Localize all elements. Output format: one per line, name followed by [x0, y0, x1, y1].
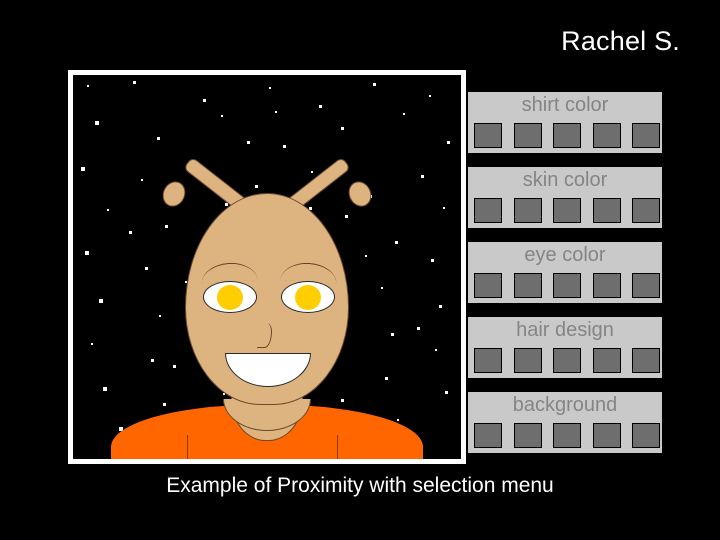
swatch-option[interactable]: [632, 273, 660, 298]
iris-left: [217, 285, 243, 310]
swatch-option[interactable]: [513, 423, 542, 448]
illustration-frame: [68, 70, 466, 464]
swatch-row: [474, 423, 660, 448]
swatch-option[interactable]: [592, 348, 621, 373]
swatch-row: [474, 198, 660, 223]
swatch-option[interactable]: [513, 198, 542, 223]
swatch-option[interactable]: [474, 423, 502, 448]
selection-menu: shirt color skin color eye color hair desig…: [466, 90, 664, 465]
slide-title: Rachel S.: [561, 26, 680, 56]
illustration-canvas: [73, 75, 461, 459]
swatch-option[interactable]: [513, 273, 542, 298]
swatch-option[interactable]: [632, 198, 660, 223]
swatch-option[interactable]: [632, 123, 660, 148]
swatch-option[interactable]: [553, 123, 581, 148]
eye-left: [203, 281, 257, 313]
swatch-option[interactable]: [592, 273, 621, 298]
swatch-row: [474, 348, 660, 373]
swatch-option[interactable]: [474, 198, 502, 223]
iris-right: [295, 285, 321, 310]
menu-panel-label: shirt color: [521, 94, 609, 116]
swatch-option[interactable]: [592, 198, 621, 223]
shirt-seam-left: [187, 435, 188, 459]
swatch-option[interactable]: [553, 273, 581, 298]
swatch-option[interactable]: [513, 348, 542, 373]
eye-right: [281, 281, 335, 313]
menu-panel-background[interactable]: background: [466, 390, 664, 455]
slide-root: Rachel S. shirt color skin color eye col…: [0, 0, 720, 540]
menu-panel-label: skin color: [522, 169, 608, 191]
menu-panel-label: hair design: [516, 319, 614, 341]
alien-figure: [73, 75, 461, 459]
swatch-option[interactable]: [632, 348, 660, 373]
shirt-seam-right: [337, 435, 338, 459]
menu-panel-label: background: [512, 394, 618, 416]
swatch-option[interactable]: [474, 348, 502, 373]
menu-panel-eye-color[interactable]: eye color: [466, 240, 664, 305]
antenna-right-knob: [344, 177, 376, 211]
menu-panel-shirt-color[interactable]: shirt color: [466, 90, 664, 155]
swatch-option[interactable]: [632, 423, 660, 448]
swatch-option[interactable]: [513, 123, 542, 148]
swatch-row: [474, 273, 660, 298]
menu-panel-label: eye color: [524, 244, 606, 266]
slide-caption: Example of Proximity with selection menu: [166, 474, 554, 497]
swatch-option[interactable]: [592, 423, 621, 448]
swatch-row: [474, 123, 660, 148]
swatch-option[interactable]: [553, 348, 581, 373]
swatch-option[interactable]: [474, 273, 502, 298]
menu-panel-hair-design[interactable]: hair design: [466, 315, 664, 380]
swatch-option[interactable]: [592, 123, 621, 148]
swatch-option[interactable]: [553, 198, 581, 223]
swatch-option[interactable]: [553, 423, 581, 448]
swatch-option[interactable]: [474, 123, 502, 148]
antenna-left-knob: [158, 177, 190, 211]
menu-panel-skin-color[interactable]: skin color: [466, 165, 664, 230]
